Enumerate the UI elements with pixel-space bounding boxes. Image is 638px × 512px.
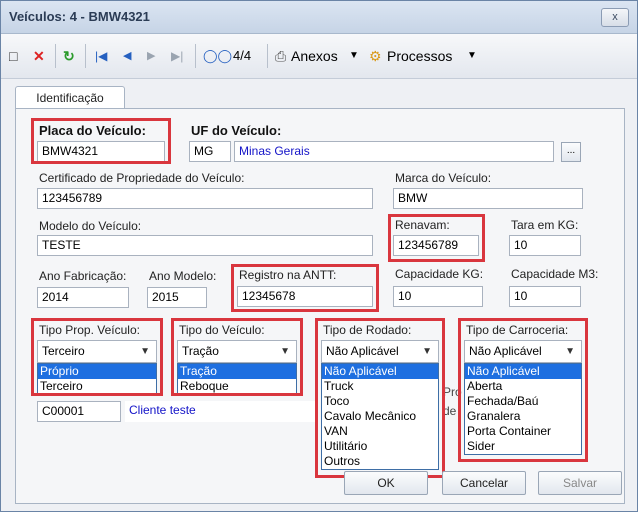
- new-document-icon[interactable]: □: [9, 46, 17, 66]
- highlight-tipo-carroceria: [458, 318, 588, 462]
- highlight-renavam: [388, 214, 485, 262]
- toolbar-separator: [267, 44, 268, 68]
- capacidade-kg-input[interactable]: 10: [393, 286, 483, 307]
- ano-fabricacao-input[interactable]: 2014: [37, 287, 129, 308]
- certificado-label: Certificado de Propriedade do Veículo:: [39, 171, 245, 185]
- hidden-label-fragment: de: [443, 404, 457, 418]
- refresh-icon[interactable]: ↻: [63, 46, 75, 66]
- tara-label: Tara em KG:: [511, 218, 579, 232]
- toolbar-separator: [85, 44, 86, 68]
- modelo-input[interactable]: TESTE: [37, 235, 373, 256]
- attachments-menu[interactable]: Anexos: [291, 46, 338, 66]
- binoculars-icon[interactable]: ◯◯: [203, 46, 232, 66]
- cliente-name-field: Cliente teste: [125, 401, 315, 422]
- uf-lookup-button[interactable]: ...: [561, 142, 581, 162]
- highlight-tipo-veiculo: [171, 318, 303, 396]
- highlight-tipo-rodado: [315, 318, 445, 478]
- highlight-placa: [31, 118, 171, 164]
- marca-label: Marca do Veículo:: [395, 171, 492, 185]
- processes-icon[interactable]: ⚙: [369, 46, 382, 66]
- close-button[interactable]: x: [601, 8, 629, 27]
- first-record-icon[interactable]: |◀: [95, 46, 107, 66]
- save-button[interactable]: Salvar: [538, 471, 622, 495]
- ano-modelo-input[interactable]: 2015: [147, 287, 207, 308]
- uf-name-field: Minas Gerais: [234, 141, 554, 162]
- modelo-label: Modelo do Veículo:: [39, 219, 142, 233]
- uf-label: UF do Veículo:: [191, 123, 282, 138]
- tara-input[interactable]: 10: [509, 235, 581, 256]
- vehicle-window: Veículos: 4 - BMW4321 x □ ✕ ↻ |◀ ◀ ▶ ▶| …: [0, 0, 638, 512]
- previous-record-icon[interactable]: ◀: [123, 46, 131, 66]
- tab-identificacao[interactable]: Identificação: [15, 86, 125, 109]
- window-title: Veículos: 4 - BMW4321: [9, 9, 150, 24]
- marca-input[interactable]: BMW: [393, 188, 583, 209]
- toolbar: □ ✕ ↻ |◀ ◀ ▶ ▶| ◯◯ 4/4 ⎙ Anexos ▼ ⚙ Proc…: [1, 34, 637, 79]
- certificado-input[interactable]: 123456789: [37, 188, 373, 209]
- toolbar-separator: [55, 44, 56, 68]
- highlight-tipo-prop: [31, 318, 163, 396]
- next-record-icon[interactable]: ▶: [147, 46, 155, 66]
- highlight-antt: [231, 264, 379, 312]
- processes-menu[interactable]: Processos: [387, 46, 452, 66]
- cancel-button[interactable]: Cancelar: [442, 471, 526, 495]
- capacidade-m3-label: Capacidade M3:: [511, 267, 599, 281]
- capacidade-m3-input[interactable]: 10: [509, 286, 581, 307]
- uf-code-input[interactable]: MG: [189, 141, 231, 162]
- ano-modelo-label: Ano Modelo:: [149, 269, 217, 283]
- chevron-down-icon[interactable]: ▼: [349, 46, 359, 66]
- title-bar: Veículos: 4 - BMW4321 x: [1, 1, 637, 34]
- last-record-icon[interactable]: ▶|: [171, 46, 183, 66]
- ok-button[interactable]: OK: [344, 471, 428, 495]
- cliente-code-input[interactable]: C00001: [37, 401, 121, 422]
- capacidade-kg-label: Capacidade KG:: [395, 267, 484, 281]
- ano-fabricacao-label: Ano Fabricação:: [39, 269, 127, 283]
- paperclip-icon[interactable]: ⎙: [275, 46, 286, 66]
- delete-icon[interactable]: ✕: [33, 46, 45, 66]
- chevron-down-icon[interactable]: ▼: [467, 46, 477, 66]
- toolbar-separator: [195, 44, 196, 68]
- record-counter: 4/4: [233, 48, 252, 63]
